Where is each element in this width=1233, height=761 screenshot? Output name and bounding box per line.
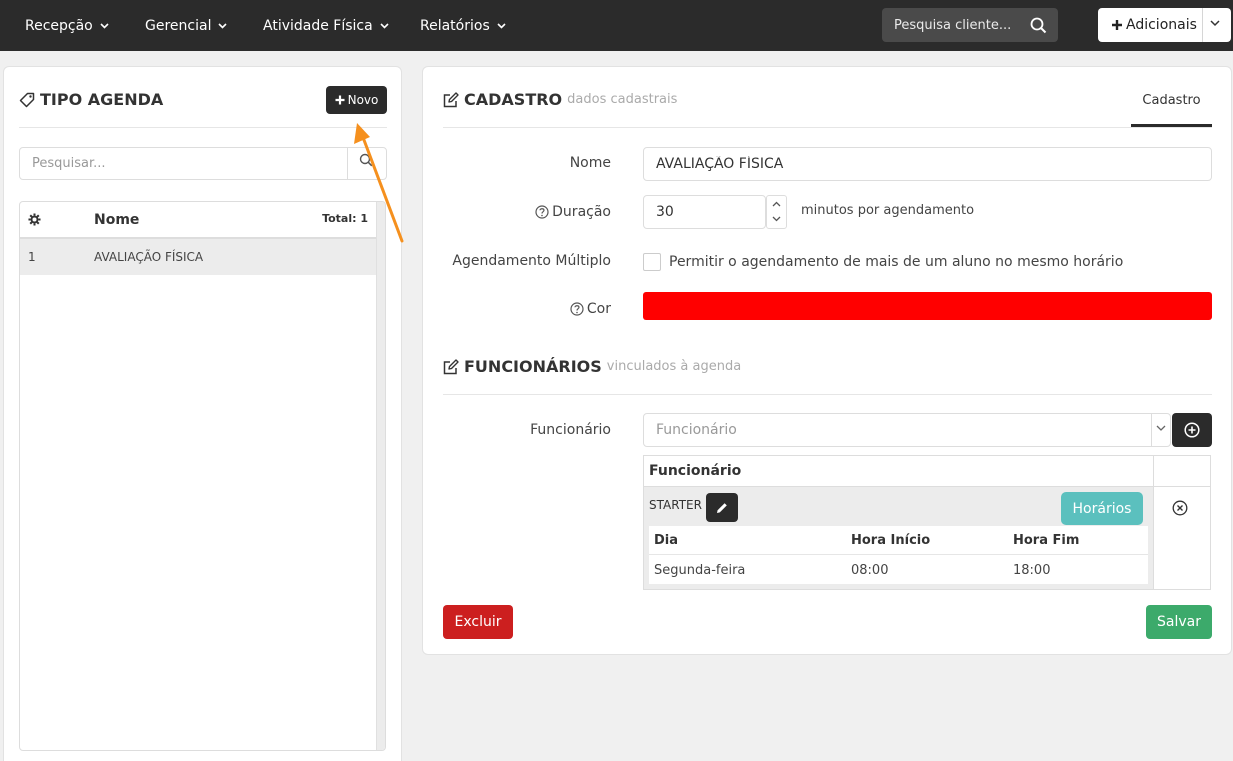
section-subtitle: dados cadastrais (567, 92, 678, 107)
panel-title-tipo-agenda: TIPO AGENDA (19, 90, 163, 109)
section-title-text: CADASTRO (464, 90, 563, 109)
column-header-funcionario: Funcionário (649, 463, 742, 479)
edit-employee-button[interactable] (706, 493, 738, 522)
funcionario-label-text: Funcionário (530, 422, 611, 438)
funcionarios-table: Funcionário STARTER Horários Dia Hora In… (643, 455, 1211, 590)
table-scrollbar[interactable] (376, 202, 385, 750)
edit-icon (443, 358, 459, 374)
tipo-agenda-search-input[interactable] (20, 156, 340, 171)
schedule-dia: Segunda-feira (654, 563, 746, 578)
schedule-col-dia: Dia (654, 533, 679, 548)
edit-icon (443, 91, 459, 107)
section-subtitle: vinculados à agenda (606, 359, 742, 374)
pencil-icon (717, 502, 727, 513)
plus-icon (1112, 20, 1122, 30)
table-header: Nome Total: 1 (20, 202, 376, 239)
plus-circle-icon (1184, 422, 1200, 438)
help-icon[interactable] (570, 302, 584, 316)
section-title-text: FUNCIONÁRIOS (464, 357, 602, 376)
client-search-input[interactable] (882, 17, 1022, 33)
chevron-down-icon[interactable] (772, 216, 781, 222)
client-search (882, 8, 1058, 42)
annotation-arrow (354, 123, 404, 243)
schedule-col-fim: Hora Fim (1013, 533, 1080, 548)
split-divider (1202, 8, 1203, 42)
nome-label-text: Nome (569, 155, 611, 171)
tipo-agenda-panel: TIPO AGENDA Novo Nome Total: 1 1 AVALIAÇ… (3, 66, 402, 761)
multiplo-label-text: Agendamento Múltiplo (452, 253, 611, 269)
row-name: AVALIAÇÃO FÍSICA (94, 250, 204, 264)
funcionario-label: Funcionário (530, 422, 611, 438)
plus-icon (335, 95, 345, 105)
funcionario-select[interactable]: Funcionário (643, 413, 1171, 447)
horarios-button[interactable]: Horários (1061, 492, 1143, 525)
nav-relatorios[interactable]: Relatórios (420, 0, 506, 51)
color-picker[interactable] (643, 292, 1212, 320)
chevron-down-icon (218, 22, 228, 29)
schedule-table: Dia Hora Início Hora Fim Segunda-feira 0… (649, 526, 1148, 584)
section-title-cadastro: CADASTRO dados cadastrais (443, 90, 677, 109)
duracao-label: Duração (535, 204, 611, 220)
nav-gerencial-label: Gerencial (145, 17, 212, 34)
column-header-nome[interactable]: Nome (94, 212, 139, 228)
column-divider (1153, 456, 1154, 589)
tag-icon (19, 92, 35, 107)
cog-icon (28, 213, 41, 226)
table-row[interactable]: 1 AVALIAÇÃO FÍSICA (20, 239, 376, 275)
schedule-inicio: 08:00 (851, 563, 889, 578)
chevron-down-icon (380, 22, 389, 29)
duracao-suffix: minutos por agendamento (801, 203, 975, 218)
nav-recepcao-label: Recepção (25, 17, 93, 34)
chevron-up-icon[interactable] (772, 201, 781, 207)
cor-label: Cor (570, 301, 611, 317)
duracao-input[interactable] (643, 195, 766, 229)
section-title-funcionarios: FUNCIONÁRIOS vinculados à agenda (443, 357, 741, 376)
chevron-down-icon[interactable] (1156, 425, 1166, 432)
chevron-down-icon (100, 22, 109, 29)
panel-title-text: TIPO AGENDA (40, 90, 164, 109)
top-navbar: Recepção Gerencial Atividade Física Rela… (0, 0, 1233, 51)
chevron-down-icon[interactable] (1210, 20, 1220, 27)
multiplo-checkbox[interactable] (643, 253, 661, 271)
search-icon[interactable] (1030, 17, 1047, 34)
new-button-label: Novo (347, 93, 379, 107)
multiplo-text: Permitir o agendamento de mais de um alu… (669, 254, 1124, 270)
save-button[interactable]: Salvar (1146, 605, 1212, 639)
divider (19, 127, 387, 128)
add-dropdown-button[interactable]: Adicionais (1098, 8, 1231, 42)
schedule-header: Dia Hora Início Hora Fim (649, 526, 1148, 555)
nav-atividade-fisica-label: Atividade Física (263, 17, 373, 34)
help-icon[interactable] (535, 205, 549, 219)
tipo-agenda-search (19, 147, 387, 180)
table-header: Funcionário (644, 456, 1210, 487)
chevron-down-icon (497, 22, 506, 29)
select-divider (1151, 414, 1152, 446)
employee-name: STARTER (649, 498, 702, 512)
duracao-label-text: Duração (552, 204, 611, 220)
add-dropdown-label: Adicionais (1126, 17, 1197, 33)
nome-label: Nome (570, 155, 611, 171)
new-button[interactable]: Novo (326, 86, 387, 114)
nav-gerencial[interactable]: Gerencial (145, 0, 228, 51)
add-funcionario-button[interactable] (1172, 413, 1212, 447)
schedule-fim: 18:00 (1013, 563, 1051, 578)
divider (443, 127, 1212, 128)
remove-circle-icon[interactable] (1172, 500, 1188, 516)
row-id: 1 (28, 250, 36, 264)
tab-cadastro[interactable]: Cadastro (1131, 85, 1212, 128)
schedule-col-inicio: Hora Início (851, 533, 931, 548)
table-row: STARTER Horários Dia Hora Início Hora Fi… (644, 487, 1153, 589)
duracao-stepper[interactable] (766, 195, 787, 229)
delete-button[interactable]: Excluir (443, 605, 513, 639)
cadastro-panel: CADASTRO dados cadastrais Cadastro Nome … (422, 66, 1232, 655)
cor-label-text: Cor (586, 301, 611, 317)
nav-atividade-fisica[interactable]: Atividade Física (263, 0, 389, 51)
nome-input[interactable] (643, 147, 1212, 181)
divider (443, 394, 1212, 395)
tipo-agenda-table: Nome Total: 1 1 AVALIAÇÃO FÍSICA (19, 201, 386, 751)
funcionario-select-placeholder: Funcionário (656, 422, 737, 438)
nav-relatorios-label: Relatórios (420, 17, 490, 34)
nav-recepcao[interactable]: Recepção (25, 0, 109, 51)
multiplo-label: Agendamento Múltiplo (452, 253, 611, 269)
